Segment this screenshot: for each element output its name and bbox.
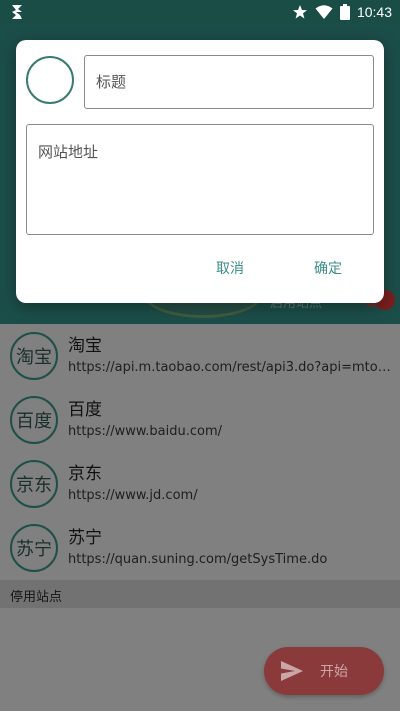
list-item[interactable]: 京东 京东 https://www.jd.com/ bbox=[0, 452, 400, 516]
star-icon bbox=[292, 5, 307, 19]
list-item[interactable]: 淘宝 淘宝 https://api.m.taobao.com/rest/api3… bbox=[0, 324, 400, 388]
site-avatar: 京东 bbox=[10, 460, 58, 508]
site-avatar: 淘宝 bbox=[10, 332, 58, 380]
site-name: 京东 bbox=[68, 464, 102, 484]
site-url: https://www.jd.com/ bbox=[68, 488, 198, 503]
send-icon bbox=[281, 661, 303, 681]
battery-icon bbox=[339, 4, 350, 20]
title-input[interactable] bbox=[84, 55, 374, 109]
site-avatar: 百度 bbox=[10, 396, 58, 444]
site-name: 淘宝 bbox=[68, 336, 102, 356]
status-icons: 10:43 bbox=[292, 3, 392, 21]
site-url: https://www.baidu.com/ bbox=[68, 424, 223, 439]
confirm-button[interactable]: 确定 bbox=[308, 253, 348, 285]
cancel-button[interactable]: 取消 bbox=[210, 253, 250, 285]
status-bar: 10:43 bbox=[0, 0, 400, 24]
site-url: https://api.m.taobao.com/rest/api3.do?ap… bbox=[68, 360, 392, 375]
url-input[interactable] bbox=[26, 124, 374, 235]
start-button[interactable]: 开始 bbox=[264, 647, 384, 695]
disabled-sites-header: 停用站点 bbox=[0, 580, 400, 608]
status-time: 10:43 bbox=[356, 4, 392, 20]
list-item[interactable]: 苏宁 苏宁 https://quan.suning.com/getSysTime… bbox=[0, 516, 400, 580]
wifi-icon bbox=[315, 5, 333, 19]
site-icon-picker[interactable] bbox=[26, 56, 74, 104]
site-name: 苏宁 bbox=[68, 528, 102, 548]
start-button-label: 开始 bbox=[320, 664, 348, 680]
site-name: 百度 bbox=[68, 400, 102, 420]
list-item[interactable]: 百度 百度 https://www.baidu.com/ bbox=[0, 388, 400, 452]
section-title: 停用站点 bbox=[10, 590, 63, 605]
site-avatar: 苏宁 bbox=[10, 524, 58, 572]
site-url: https://quan.suning.com/getSysTime.do bbox=[68, 552, 328, 567]
add-site-dialog: 取消 确定 bbox=[16, 40, 384, 303]
app-notification-icon bbox=[12, 5, 22, 19]
